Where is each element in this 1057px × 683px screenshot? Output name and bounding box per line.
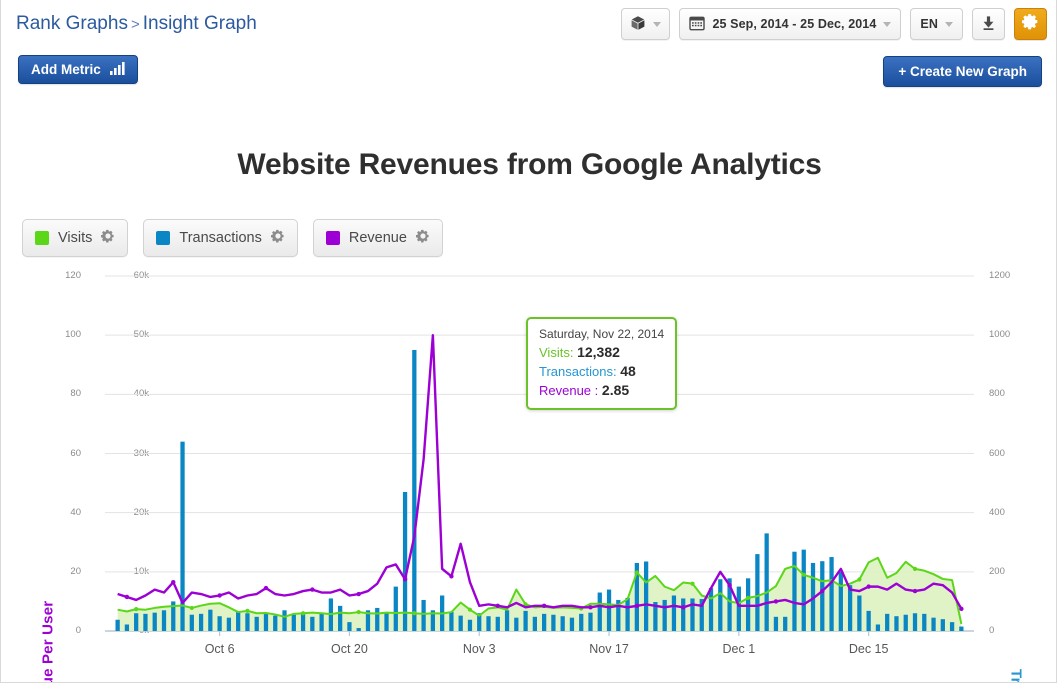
date-range-picker[interactable]: 25 Sep, 2014 - 25 Dec, 2014	[679, 8, 902, 40]
tooltip-key-visits: Visits	[539, 344, 570, 360]
language-value: EN	[920, 17, 938, 31]
gear-icon	[1021, 13, 1039, 35]
date-range-value: 25 Sep, 2014 - 25 Dec, 2014	[712, 17, 877, 31]
legend-swatch-revenue	[325, 231, 340, 245]
tooltip-row-transactions: Transactions: 48	[539, 362, 664, 381]
toolbar: 25 Sep, 2014 - 25 Dec, 2014 EN	[621, 8, 1047, 40]
create-new-graph-label: + Create New Graph	[898, 64, 1027, 79]
chart-tooltip: Saturday, Nov 22, 2014 Visits: 12,382 Tr…	[526, 317, 678, 411]
axis-title-visits: Visits	[81, 661, 97, 682]
chevron-down-icon	[883, 21, 892, 27]
legend-item-revenue[interactable]: Revenue	[312, 219, 443, 257]
add-metric-button[interactable]: Add Metric	[18, 55, 138, 84]
legend-swatch-transactions	[156, 231, 171, 245]
cube-icon	[630, 15, 646, 34]
tooltip-value-transactions: 48	[620, 362, 636, 379]
breadcrumb-root[interactable]: Rank Graphs	[16, 13, 128, 34]
chart-legend: Visits Transactions Revenue	[22, 219, 443, 257]
tooltip-sep: :	[569, 344, 574, 360]
create-new-graph-button[interactable]: + Create New Graph	[883, 56, 1042, 87]
legend-label-revenue: Revenue	[348, 230, 407, 246]
chevron-down-icon	[945, 21, 953, 27]
download-icon	[981, 15, 996, 34]
tooltip-key-revenue: Revenue	[539, 383, 592, 399]
calendar-icon	[689, 15, 706, 34]
settings-button[interactable]	[1014, 8, 1047, 40]
tooltip-sep: :	[594, 383, 599, 399]
download-button[interactable]	[972, 8, 1005, 40]
tooltip-value-visits: 12,382	[577, 343, 620, 360]
add-metric-label: Add Metric	[31, 62, 101, 77]
chevron-down-icon	[653, 21, 662, 27]
gear-icon[interactable]	[270, 229, 285, 248]
tooltip-row-revenue: Revenue : 2.85	[539, 381, 664, 400]
legend-label-transactions: Transactions	[179, 230, 262, 246]
bar-chart-icon	[109, 61, 125, 78]
gear-icon[interactable]	[415, 229, 430, 248]
top-bar: Rank Graphs > Insight Graph 25 Sep, 2014…	[1, 0, 1056, 48]
legend-item-visits[interactable]: Visits	[22, 219, 129, 257]
page-title: Website Revenues from Google Analytics	[237, 148, 822, 181]
gear-icon[interactable]	[101, 229, 115, 248]
breadcrumb-current: Insight Graph	[142, 13, 257, 34]
legend-label-visits: Visits	[58, 230, 93, 246]
project-selector-button[interactable]	[621, 8, 671, 40]
language-selector[interactable]: EN	[910, 8, 963, 40]
legend-item-transactions[interactable]: Transactions	[143, 219, 298, 257]
tooltip-key-transactions: Transactions	[539, 363, 613, 379]
tooltip-date: Saturday, Nov 22, 2014	[539, 327, 665, 341]
tooltip-sep: :	[612, 363, 617, 379]
axis-title-transactions: Transactions	[1008, 657, 1025, 682]
breadcrumb-separator: >	[130, 16, 140, 33]
tooltip-value-revenue: 2.85	[601, 382, 630, 399]
tooltip-row-visits: Visits: 12,382	[539, 343, 664, 362]
app-window: Rank Graphs > Insight Graph 25 Sep, 2014…	[0, 0, 1057, 683]
legend-swatch-visits	[35, 231, 49, 245]
breadcrumb: Rank Graphs > Insight Graph	[16, 13, 257, 35]
